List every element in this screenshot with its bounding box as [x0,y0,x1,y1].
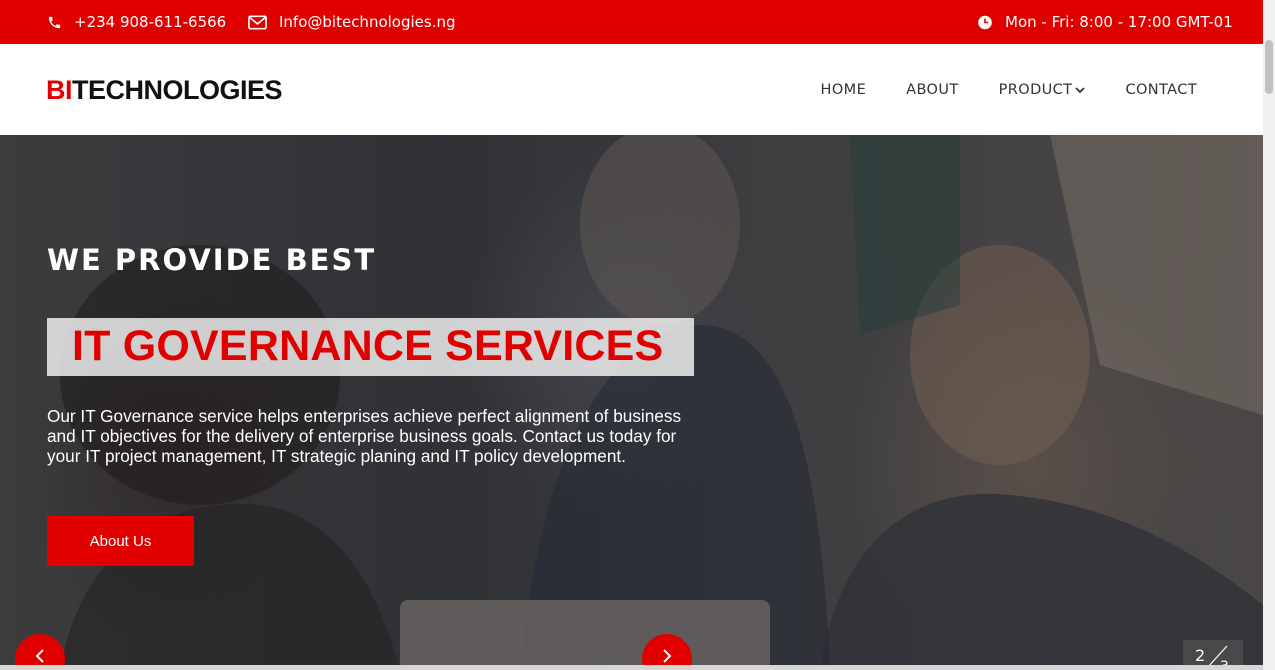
phone-icon [46,14,62,30]
hero-dark-overlay [0,135,1263,670]
hero-description: Our IT Governance service helps enterpri… [47,406,682,466]
main-nav: HOME ABOUT PRODUCT CONTACT [821,44,1197,135]
site-header: BI TECHNOLOGIES HOME ABOUT PRODUCT CONTA… [0,44,1263,135]
office-hours: Mon - Fri: 8:00 - 17:00 GMT-01 [977,0,1233,44]
nav-contact[interactable]: CONTACT [1125,82,1197,98]
page-scrollbar[interactable] [1263,0,1275,670]
phone-contact[interactable]: +234 908-611-6566 [46,0,226,44]
phone-number: +234 908-611-6566 [74,13,227,31]
envelope-icon [248,14,267,30]
top-contact-bar: +234 908-611-6566 Info@bitechnologies.ng… [0,0,1263,44]
email-contact[interactable]: Info@bitechnologies.ng [248,0,456,44]
about-us-button[interactable]: About Us [47,516,194,566]
page: +234 908-611-6566 Info@bitechnologies.ng… [0,0,1275,670]
email-address: Info@bitechnologies.ng [279,13,456,31]
chevron-down-icon [1075,82,1086,98]
nav-home[interactable]: HOME [821,82,867,98]
nav-about[interactable]: ABOUT [906,82,959,98]
nav-product[interactable]: PRODUCT [999,82,1086,98]
hero-title-box: IT GOVERNANCE SERVICES [47,318,694,376]
thumbnail-strip [0,665,1263,670]
hero-kicker: WE PROVIDE BEST [47,243,377,277]
clock-icon [977,14,993,30]
hero-slider: WE PROVIDE BEST IT GOVERNANCE SERVICES O… [0,135,1263,670]
hero-title: IT GOVERNANCE SERVICES [72,322,664,370]
logo-accent: BI [46,75,73,105]
hours-text: Mon - Fri: 8:00 - 17:00 GMT-01 [1005,13,1233,31]
scrollbar-thumb[interactable] [1265,40,1273,94]
brand-logo[interactable]: BI TECHNOLOGIES [46,75,283,105]
logo-wordmark: TECHNOLOGIES [72,75,283,105]
slide-current: 2 [1195,646,1206,665]
